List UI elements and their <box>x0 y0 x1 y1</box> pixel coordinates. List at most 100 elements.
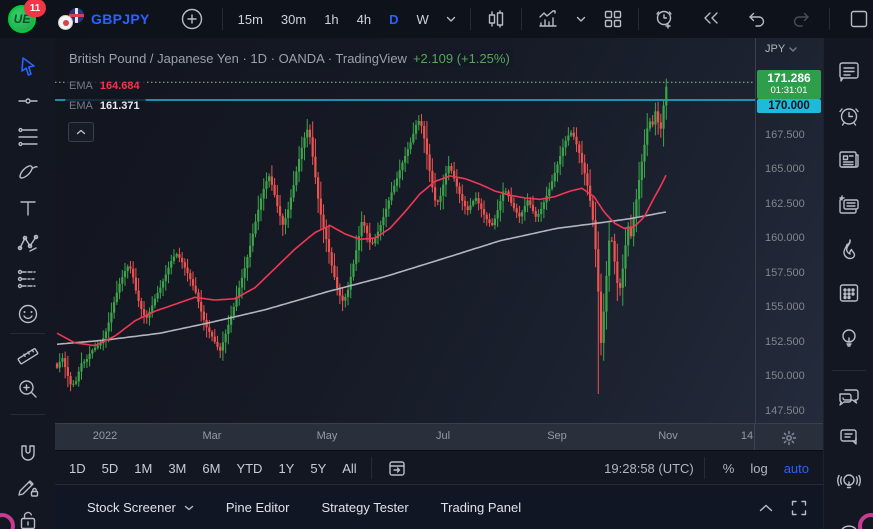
tab-stock-screener[interactable]: Stock Screener <box>87 500 194 515</box>
candle-body <box>214 337 216 342</box>
auto-scale-button[interactable]: auto <box>776 461 817 476</box>
magnet-mode-button[interactable] <box>16 442 40 466</box>
tab-pine-editor[interactable]: Pine Editor <box>226 500 290 515</box>
zoom-in-tool[interactable] <box>16 377 40 401</box>
text-notes-button[interactable] <box>836 192 862 218</box>
timeframe-menu-button[interactable] <box>438 16 464 23</box>
candle-body <box>586 173 588 185</box>
create-alert-button[interactable] <box>645 7 685 31</box>
candle-body <box>429 154 431 171</box>
range-3M[interactable]: 3M <box>160 461 194 476</box>
text-tool[interactable] <box>17 197 39 219</box>
candle-body <box>393 186 395 193</box>
range-1Y[interactable]: 1Y <box>270 461 302 476</box>
candle-body <box>298 159 300 172</box>
log-scale-button[interactable]: log <box>742 461 775 476</box>
emoji-tool[interactable] <box>16 302 40 326</box>
fib-retracement-tool[interactable] <box>16 125 40 149</box>
save-layout-button[interactable] <box>840 8 873 30</box>
redo-button[interactable] <box>781 7 821 31</box>
chart-settings-zone[interactable] <box>754 424 823 451</box>
symbol-search-button[interactable]: GBPJPY <box>58 8 150 30</box>
trend-line-tool[interactable] <box>16 89 40 113</box>
range-YTD[interactable]: YTD <box>228 461 270 476</box>
price-level-label[interactable]: 170.000 <box>757 99 821 113</box>
tab-strategy-tester[interactable]: Strategy Tester <box>321 500 408 515</box>
user-menu-button[interactable]: UE 11 <box>6 2 40 36</box>
watchlist-button[interactable] <box>836 59 862 85</box>
percent-scale-button[interactable]: % <box>715 461 743 476</box>
bar-replay-button[interactable] <box>691 7 731 31</box>
chart-type-button[interactable] <box>477 8 515 30</box>
last-price-label[interactable]: 171.286 01:31:01 <box>757 70 821 99</box>
gear-icon <box>781 430 797 446</box>
chevron-up-icon <box>76 129 86 135</box>
candle-body <box>646 128 648 144</box>
candle-body <box>113 302 115 313</box>
candlestick-chart[interactable] <box>55 38 755 423</box>
timeframe-15m[interactable]: 15m <box>229 12 272 27</box>
timeframe-D[interactable]: D <box>380 12 407 27</box>
clock-utc[interactable]: 19:28:58 (UTC) <box>604 461 694 476</box>
candle-body <box>635 199 637 217</box>
candle-body <box>265 181 267 189</box>
range-5Y[interactable]: 5Y <box>302 461 334 476</box>
text-icon <box>17 197 39 219</box>
lock-all-drawings-button[interactable] <box>16 509 40 529</box>
chart-pane[interactable]: British Pound / Japanese Yen · 1D · OAND… <box>55 38 823 423</box>
pane-title[interactable]: British Pound / Japanese Yen · 1D · OAND… <box>65 50 514 67</box>
indicators-button[interactable] <box>528 7 568 31</box>
range-1M[interactable]: 1M <box>126 461 160 476</box>
indicator-templates-button[interactable] <box>568 16 594 23</box>
lightbulb-icon <box>836 325 862 351</box>
candle-body <box>233 307 235 316</box>
alerts-button[interactable] <box>836 103 862 129</box>
panel-expand-button chevron-up-icon[interactable] <box>759 504 773 512</box>
candle-body <box>420 121 422 126</box>
candle-body <box>249 246 251 257</box>
candle-body <box>110 313 112 323</box>
ema-slow-legend[interactable]: EMA161.371 <box>65 99 146 114</box>
compare-add-symbol-button[interactable] <box>172 7 212 31</box>
public-chats-button[interactable] <box>836 384 862 410</box>
undo-button[interactable] <box>737 7 777 31</box>
time-axis[interactable]: 2022MarMayJulSepNov14 <box>55 423 823 451</box>
range-6M[interactable]: 6M <box>194 461 228 476</box>
ema-fast-legend[interactable]: EMA164.684 <box>65 79 146 94</box>
candle-body <box>464 201 466 207</box>
candle-body <box>165 274 167 281</box>
tab-trading-panel[interactable]: Trading Panel <box>441 500 521 515</box>
drawing-mode-lock-button[interactable] <box>16 475 40 499</box>
price-axis[interactable]: JPY 170.000167.500165.000162.500160.0001… <box>755 38 824 423</box>
timeframe-4h[interactable]: 4h <box>348 12 380 27</box>
timeframe-30m[interactable]: 30m <box>272 12 315 27</box>
calendar-button[interactable] <box>836 280 862 306</box>
brush-tool[interactable] <box>16 160 40 184</box>
range-All[interactable]: All <box>334 461 364 476</box>
timeframe-1h[interactable]: 1h <box>315 12 347 27</box>
candle-body <box>195 286 197 293</box>
currency-selector[interactable]: JPY <box>765 43 797 55</box>
alarm-clock-icon <box>836 103 862 129</box>
timeframe-W[interactable]: W <box>408 12 438 27</box>
chat-button[interactable] <box>836 424 862 450</box>
hotlists-button[interactable] <box>836 236 862 262</box>
go-to-date-button[interactable] <box>378 457 416 479</box>
cursor-tool[interactable] <box>17 55 39 77</box>
candle-body <box>227 325 229 334</box>
candle-body <box>638 180 640 199</box>
ideas-button[interactable] <box>836 325 862 351</box>
news-button[interactable] <box>836 147 862 173</box>
xabcd-pattern-tool[interactable] <box>16 231 40 255</box>
range-5D[interactable]: 5D <box>94 461 127 476</box>
range-1D[interactable]: 1D <box>61 461 94 476</box>
panel-fullscreen-button[interactable] <box>791 500 807 516</box>
candle-body <box>518 213 520 217</box>
legend-collapse-button[interactable] <box>68 122 94 142</box>
time-axis-label: Mar <box>203 430 222 442</box>
streams-button[interactable] <box>835 468 863 496</box>
measure-tool[interactable] <box>16 341 40 365</box>
candle-body <box>293 185 295 197</box>
forecast-tool[interactable] <box>16 267 40 291</box>
multichart-layout-button[interactable] <box>594 8 632 30</box>
